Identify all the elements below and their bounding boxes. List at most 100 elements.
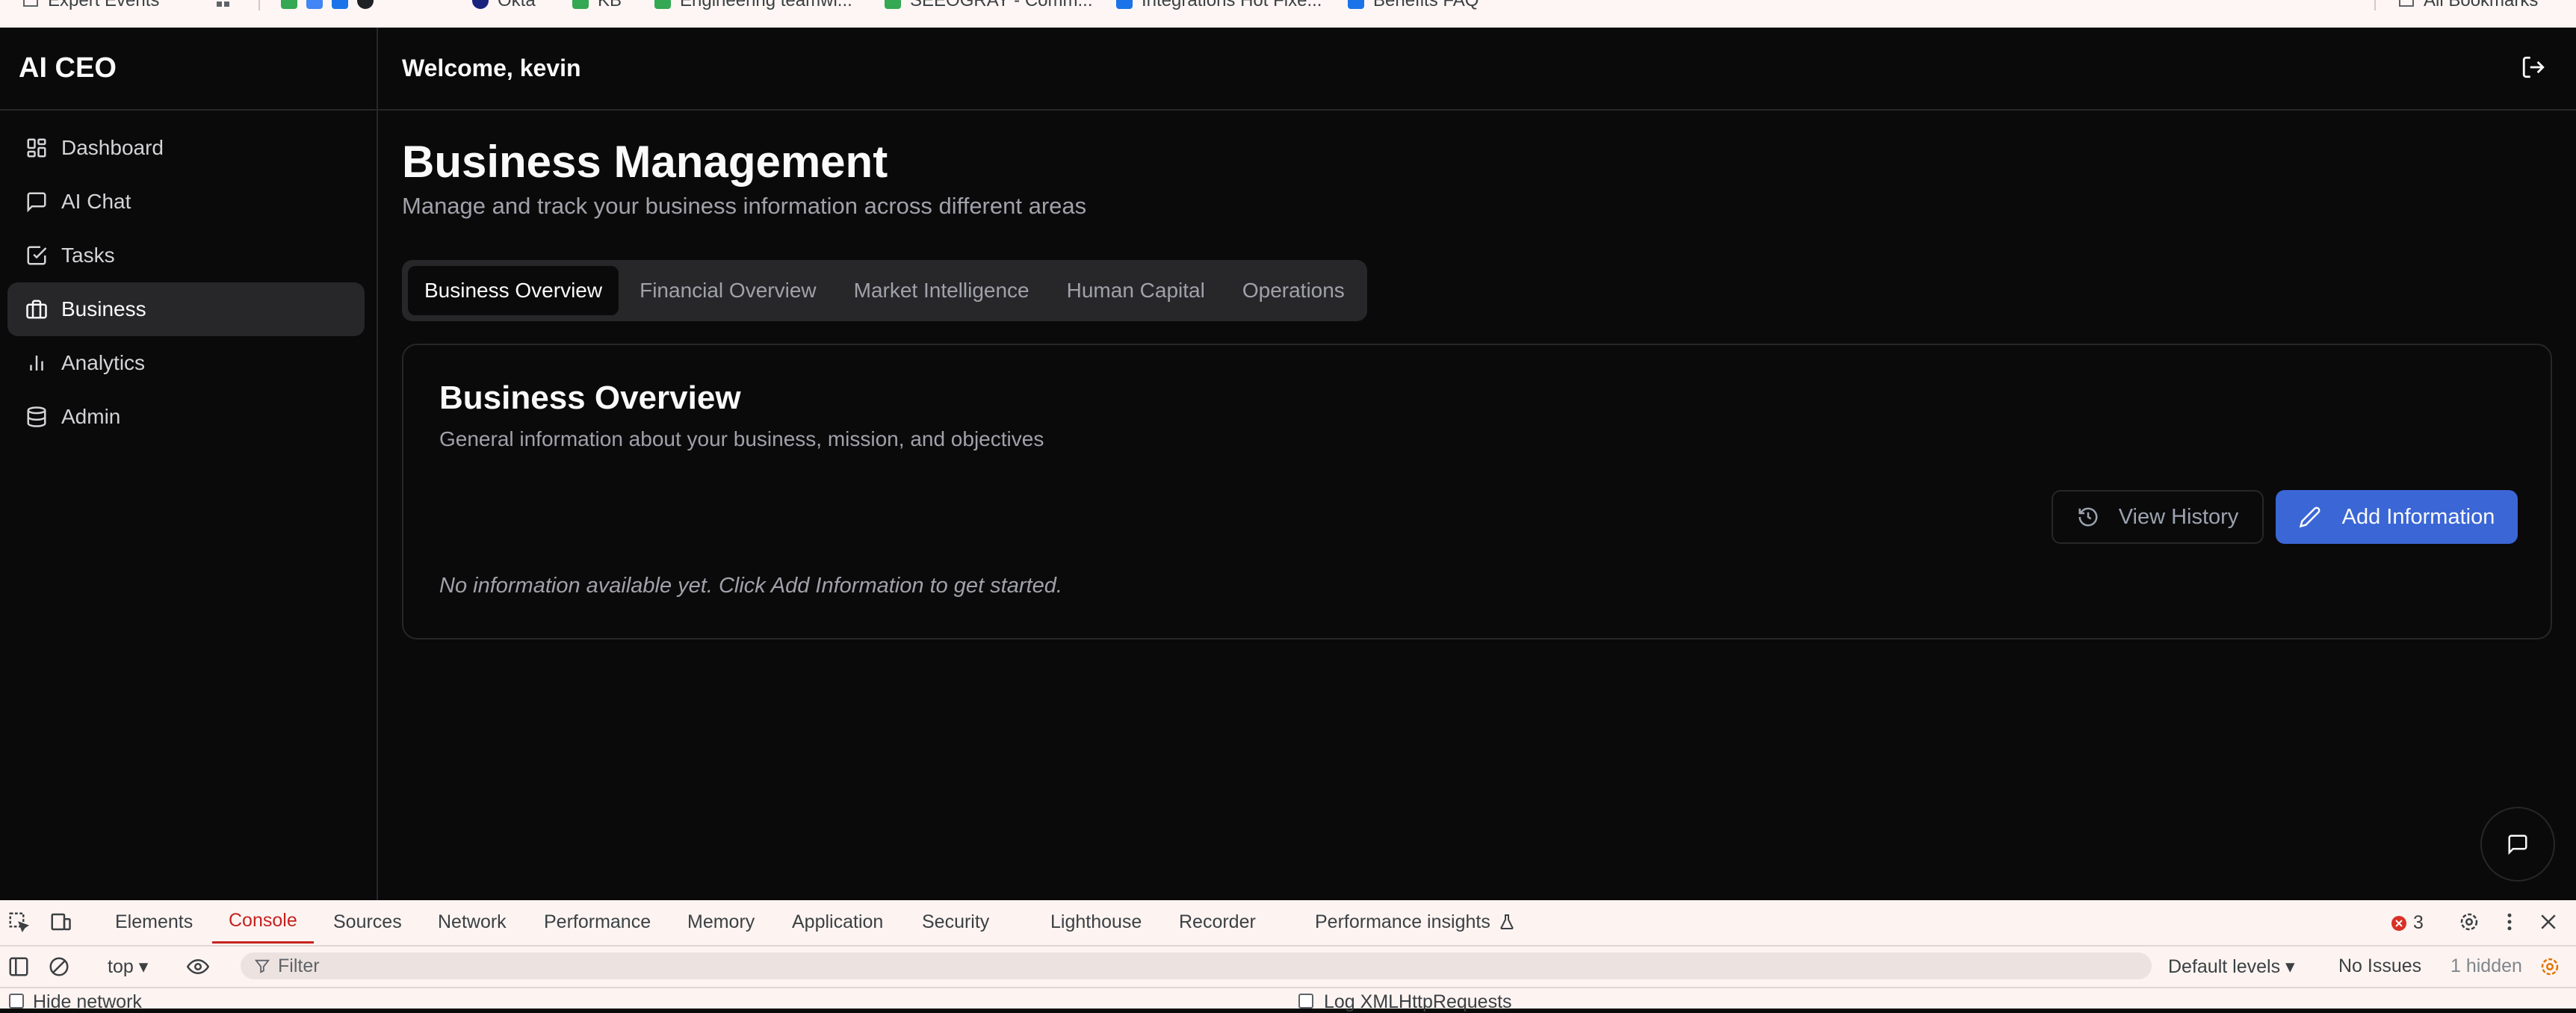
sheets-icon [885,0,901,9]
sidebar-nav: Dashboard AI Chat Tasks Business Analyti… [7,121,365,444]
log-xhr-checkbox[interactable] [1298,994,1313,1009]
devtools-tab-performance-insights[interactable]: Performance insights [1315,900,1516,944]
log-out-icon[interactable] [2521,55,2546,80]
bookmark-seeogray[interactable]: SEEOGRAY - Comm... [885,0,1093,12]
error-counter[interactable]: 3 [2391,912,2424,934]
sidebar-item-analytics[interactable]: Analytics [7,336,365,390]
confluence-icon [1116,0,1133,9]
hide-network-label: Hide network [33,991,142,1012]
error-icon [2391,915,2406,931]
okta-icon [472,0,489,9]
devtools-tab-elements[interactable]: Elements [115,900,193,944]
console-toolbar: top ▾ Filter Default levels ▾ No Issues … [0,947,2576,988]
devtools-tab-performance[interactable]: Performance [544,900,651,944]
devtools-tab-lighthouse[interactable]: Lighthouse [1050,900,1142,944]
devtools-tabbar: Elements Console Sources Network Perform… [0,900,2576,947]
sidebar: AI CEO Dashboard AI Chat Tasks Business … [0,28,378,900]
filter-icon [254,959,270,973]
sidebar-item-business[interactable]: Business [7,282,365,336]
app-brand[interactable]: AI CEO [19,52,117,84]
sidebar-item-label: AI Chat [61,190,131,213]
settings-gear-icon[interactable] [2458,911,2480,933]
device-toolbar-icon[interactable] [49,911,72,933]
chat-fab-button[interactable] [2480,807,2555,882]
sidebar-item-ai-chat[interactable]: AI Chat [7,175,365,229]
page-subtitle: Manage and track your business informati… [402,193,1087,219]
check-square-icon [27,246,47,265]
tab-business-overview[interactable]: Business Overview [408,266,619,315]
clear-console-icon[interactable] [48,955,70,978]
sidebar-item-admin[interactable]: Admin [7,390,365,444]
empty-state-message: No information available yet. Click Add … [439,574,1062,598]
tab-financial-overview[interactable]: Financial Overview [623,266,833,315]
bookmark-benefits[interactable]: Benefits FAQ [1348,0,1479,12]
tab-human-capital[interactable]: Human Capital [1050,266,1222,315]
eye-icon[interactable] [187,955,209,978]
database-icon [27,406,46,427]
layout-dashboard-icon [27,138,46,158]
card-subtitle: General information about your business,… [439,427,1044,450]
flask-icon [1500,914,1514,930]
close-icon[interactable] [2537,911,2560,933]
console-filter-input[interactable]: Filter [241,952,2152,979]
bookmark-apps[interactable] [215,0,232,12]
issues-status[interactable]: No Issues [2338,955,2421,977]
section-tabs: Business Overview Financial Overview Mar… [402,260,1367,321]
page-title: Business Management [402,137,888,187]
bookmark-expert-events[interactable]: Expert Events [22,0,159,12]
sheets-icon [654,0,671,9]
bookmark-folder-icon [2399,0,2414,7]
tab-operations[interactable]: Operations [1226,266,1361,315]
bookmark-okta[interactable]: Okta [472,0,536,12]
devtools-panel: Elements Console Sources Network Perform… [0,900,2576,1012]
bookmark-folder-icon [23,0,38,7]
sidebar-item-dashboard[interactable]: Dashboard [7,121,365,175]
devtools-tab-console[interactable]: Console [212,900,314,944]
tab-market-intelligence[interactable]: Market Intelligence [837,266,1046,315]
sheets-icon [281,0,297,9]
welcome-message: Welcome, kevin [402,55,581,81]
top-header: Welcome, kevin [378,28,2576,111]
context-selector[interactable]: top ▾ [108,955,148,978]
sidebar-item-tasks[interactable]: Tasks [7,229,365,282]
sidebar-divider [0,109,377,111]
bookmark-kb[interactable]: KB [572,0,622,12]
apps-grid-icon [217,1,229,7]
bookmark-icons-group[interactable] [281,0,374,12]
devtools-tab-sources[interactable]: Sources [333,900,402,944]
pencil-icon [2299,506,2320,528]
devtools-tab-security[interactable]: Security [922,900,989,944]
bookmark-engineering[interactable]: Engineering teamwi... [654,0,852,12]
console-settings-icon[interactable] [2539,955,2561,978]
inspect-element-icon[interactable] [7,911,30,933]
github-icon [357,0,374,9]
sheets-icon [572,0,589,9]
bar-chart-icon [30,356,43,371]
all-bookmarks[interactable]: All Bookmarks [2398,0,2538,12]
message-square-icon [2508,834,2527,855]
devtools-tab-recorder[interactable]: Recorder [1179,900,1256,944]
add-information-button[interactable]: Add Information [2276,490,2518,544]
sidebar-item-label: Dashboard [61,136,164,159]
docs-icon [306,0,323,9]
sidebar-item-label: Analytics [61,351,146,374]
view-history-button[interactable]: View History [2052,490,2264,544]
devtools-tab-application[interactable]: Application [792,900,883,944]
jira-icon [332,0,348,9]
sidebar-toggle-icon[interactable] [7,955,30,978]
history-icon [2078,507,2098,527]
devtools-tab-memory[interactable]: Memory [687,900,755,944]
bookmark-integrations[interactable]: Integrations Hot Fixe... [1116,0,1322,12]
sidebar-item-label: Business [61,297,146,320]
hide-network-checkbox[interactable] [9,994,24,1009]
sidebar-item-label: Tasks [61,244,115,267]
confluence-icon [1348,0,1364,9]
card-title: Business Overview [439,380,741,416]
log-levels-dropdown[interactable]: Default levels ▾ [2168,955,2295,978]
devtools-tab-network[interactable]: Network [438,900,507,944]
bookmarks-bar: Expert Events Okta KB Engineering teamwi… [0,0,2576,28]
log-xhr-label: Log XMLHttpRequests [1324,991,1512,1012]
business-overview-card: Business Overview General information ab… [402,344,2552,639]
more-options-icon[interactable] [2498,911,2521,933]
message-square-icon [27,192,46,213]
